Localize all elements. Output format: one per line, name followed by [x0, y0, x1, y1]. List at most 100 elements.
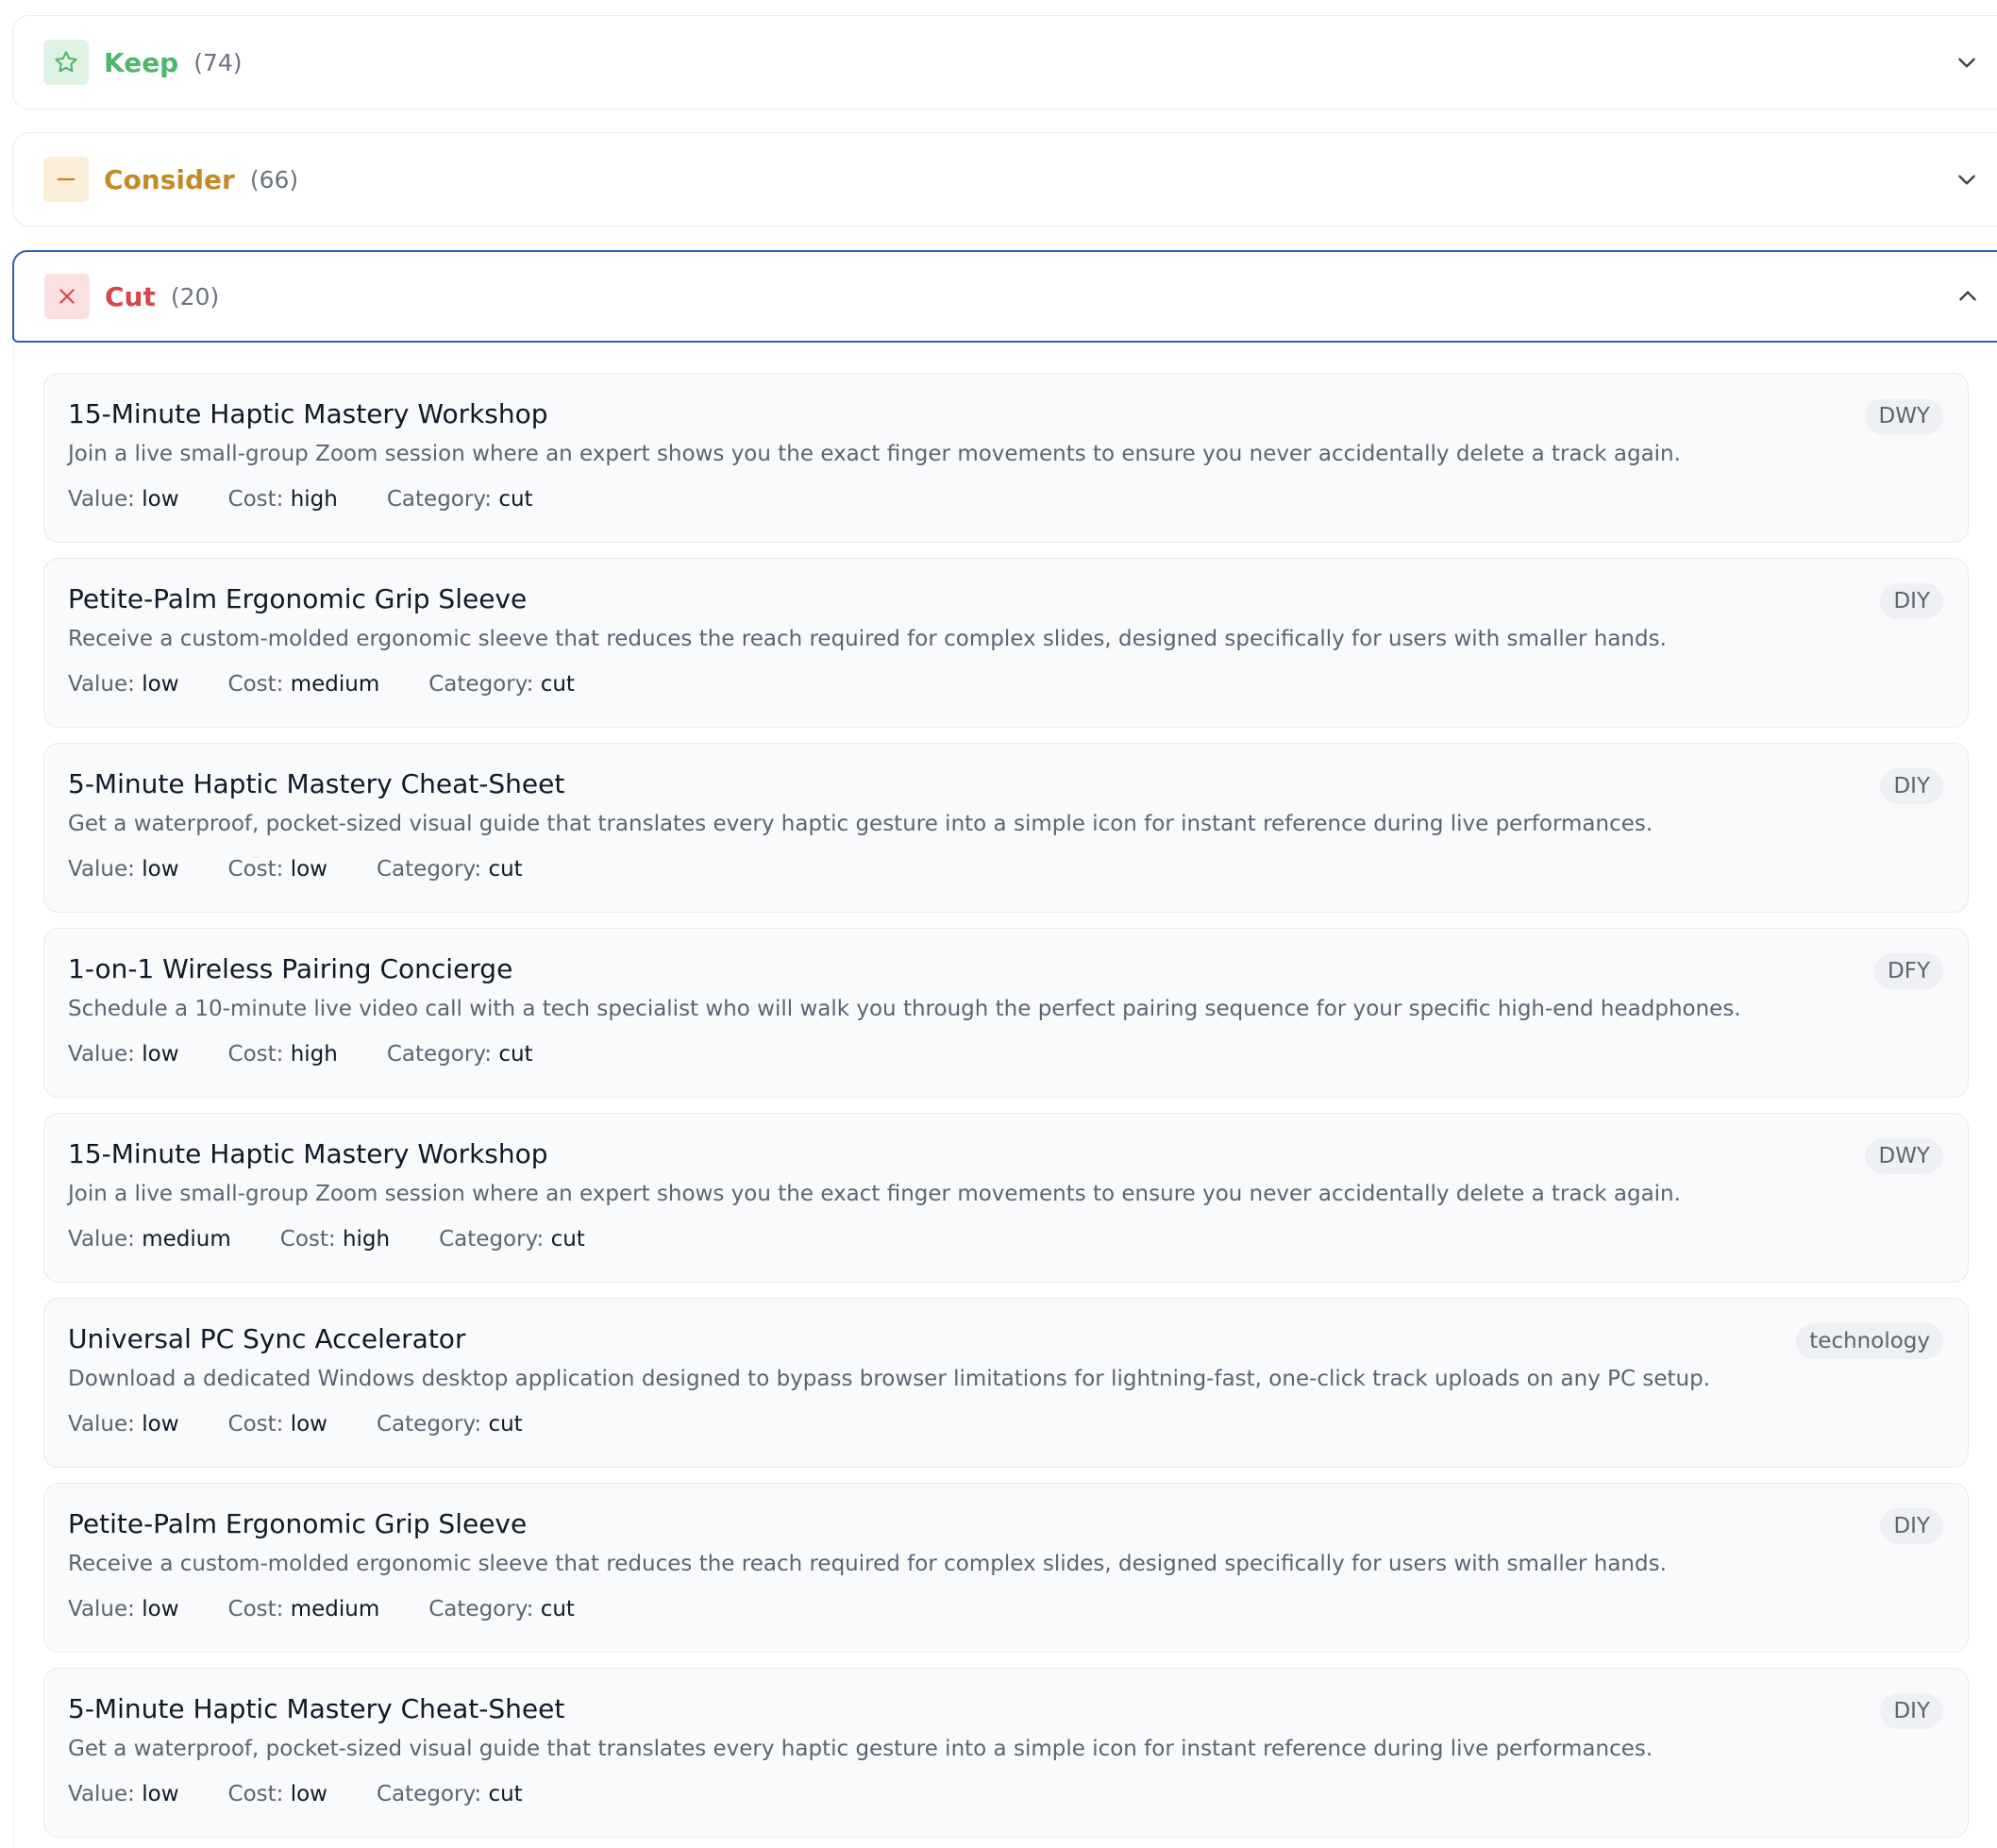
section-keep-header[interactable]: Keep (74)	[13, 16, 1997, 109]
value-value: low	[142, 1042, 179, 1067]
item-description: Join a live small-group Zoom session whe…	[68, 442, 1681, 466]
category-value: cut	[488, 857, 523, 882]
star-icon	[43, 40, 89, 85]
item-tag: technology	[1796, 1323, 1943, 1359]
item-description: Receive a custom-molded ergonomic sleeve…	[68, 1552, 1667, 1576]
section-count: (20)	[170, 282, 220, 311]
category-value: cut	[498, 1042, 533, 1067]
item-card[interactable]: Petite-Palm Ergonomic Grip Sleeve DIY Re…	[43, 558, 1969, 728]
cost-value: low	[290, 1412, 327, 1436]
item-card[interactable]: 5-Minute Haptic Mastery Cheat-Sheet DIY …	[43, 743, 1969, 913]
cost-label: Cost:	[227, 1042, 284, 1067]
category-value: cut	[498, 487, 533, 512]
item-card[interactable]: 1-on-1 Wireless Pairing Concierge DFY Sc…	[43, 928, 1969, 1098]
section-title: Cut	[105, 280, 156, 312]
item-card[interactable]: Petite-Palm Ergonomic Grip Sleeve DIY Re…	[43, 1483, 1969, 1653]
value-label: Value:	[68, 1782, 135, 1806]
item-meta: Value: low Cost: medium Category: cut	[68, 672, 575, 697]
item-meta: Value: low Cost: medium Category: cut	[68, 1597, 575, 1621]
cost-value: low	[290, 1782, 327, 1806]
section-keep[interactable]: Keep (74)	[12, 15, 1997, 109]
item-tag: DIY	[1880, 1508, 1943, 1544]
item-card[interactable]: 5-Minute Haptic Mastery Cheat-Sheet DIY …	[43, 1668, 1969, 1838]
cost-label: Cost:	[279, 1227, 336, 1252]
cost-value: high	[290, 1042, 338, 1067]
minus-icon	[43, 157, 89, 202]
category-value: cut	[488, 1782, 523, 1806]
category-label: Category:	[386, 487, 493, 512]
item-title: 15-Minute Haptic Mastery Workshop	[68, 1138, 548, 1169]
value-value: medium	[142, 1227, 231, 1252]
category-value: cut	[488, 1412, 523, 1436]
section-count: (74)	[193, 48, 243, 76]
x-icon	[44, 274, 90, 319]
value-value: low	[142, 857, 179, 882]
item-tag: DWY	[1865, 1138, 1943, 1174]
value-value: low	[142, 487, 179, 512]
section-cut[interactable]: Cut (20)	[12, 250, 1997, 343]
chevron-down-icon[interactable]	[1950, 162, 1984, 196]
item-card[interactable]: Universal PC Sync Accelerator technology…	[43, 1298, 1969, 1468]
cost-value: medium	[290, 1597, 380, 1621]
value-label: Value:	[68, 857, 135, 882]
section-title: Consider	[104, 163, 235, 195]
category-value: cut	[540, 672, 575, 697]
item-tag: DFY	[1874, 953, 1943, 989]
item-title: 15-Minute Haptic Mastery Workshop	[68, 398, 548, 429]
item-description: Get a waterproof, pocket-sized visual gu…	[68, 1737, 1653, 1761]
section-title: Keep	[104, 46, 179, 78]
category-label: Category:	[377, 857, 482, 882]
value-value: low	[142, 1782, 179, 1806]
item-meta: Value: low Cost: low Category: cut	[68, 857, 523, 882]
cost-value: high	[290, 487, 338, 512]
category-label: Category:	[439, 1227, 545, 1252]
section-cut-header[interactable]: Cut (20)	[14, 252, 1997, 341]
value-label: Value:	[68, 1042, 135, 1067]
item-meta: Value: low Cost: low Category: cut	[68, 1782, 523, 1806]
item-description: Get a waterproof, pocket-sized visual gu…	[68, 812, 1653, 836]
item-card[interactable]: 15-Minute Haptic Mastery Workshop DWY Jo…	[43, 1113, 1969, 1283]
cost-value: low	[290, 857, 327, 882]
value-value: low	[142, 1597, 179, 1621]
value-label: Value:	[68, 1597, 135, 1621]
chevron-down-icon[interactable]	[1950, 45, 1984, 79]
category-label: Category:	[428, 672, 534, 697]
item-tag: DIY	[1880, 1693, 1943, 1729]
value-label: Value:	[68, 672, 135, 697]
item-tag: DIY	[1880, 768, 1943, 804]
item-card[interactable]: 15-Minute Haptic Mastery Workshop DWY Jo…	[43, 373, 1969, 543]
item-title: 5-Minute Haptic Mastery Cheat-Sheet	[68, 768, 565, 799]
value-label: Value:	[68, 487, 135, 512]
cost-label: Cost:	[227, 857, 284, 882]
value-value: low	[142, 672, 179, 697]
value-value: low	[142, 1412, 179, 1436]
section-consider-header[interactable]: Consider (66)	[13, 133, 1997, 226]
item-title: 5-Minute Haptic Mastery Cheat-Sheet	[68, 1693, 565, 1724]
category-label: Category:	[428, 1597, 534, 1621]
item-description: Schedule a 10-minute live video call wit…	[68, 997, 1741, 1021]
section-consider[interactable]: Consider (66)	[12, 132, 1997, 227]
category-label: Category:	[377, 1782, 482, 1806]
item-meta: Value: medium Cost: high Category: cut	[68, 1227, 585, 1252]
item-meta: Value: low Cost: high Category: cut	[68, 1042, 533, 1067]
item-meta: Value: low Cost: high Category: cut	[68, 487, 533, 512]
value-label: Value:	[68, 1227, 135, 1252]
item-tag: DWY	[1865, 398, 1943, 434]
chevron-up-icon[interactable]	[1951, 279, 1985, 313]
item-title: 1-on-1 Wireless Pairing Concierge	[68, 953, 513, 984]
item-title: Petite-Palm Ergonomic Grip Sleeve	[68, 1508, 528, 1539]
item-description: Receive a custom-molded ergonomic sleeve…	[68, 627, 1667, 651]
item-tag: DIY	[1880, 583, 1943, 619]
cost-value: medium	[290, 672, 380, 697]
cost-label: Cost:	[227, 487, 284, 512]
item-title: Universal PC Sync Accelerator	[68, 1323, 466, 1354]
item-description: Join a live small-group Zoom session whe…	[68, 1182, 1681, 1206]
category-value: cut	[550, 1227, 585, 1252]
section-count: (66)	[249, 165, 299, 193]
item-title: Petite-Palm Ergonomic Grip Sleeve	[68, 583, 528, 614]
cost-label: Cost:	[227, 672, 284, 697]
cost-label: Cost:	[227, 1782, 284, 1806]
category-label: Category:	[377, 1412, 482, 1436]
category-label: Category:	[386, 1042, 493, 1067]
item-description: Download a dedicated Windows desktop app…	[68, 1367, 1711, 1391]
